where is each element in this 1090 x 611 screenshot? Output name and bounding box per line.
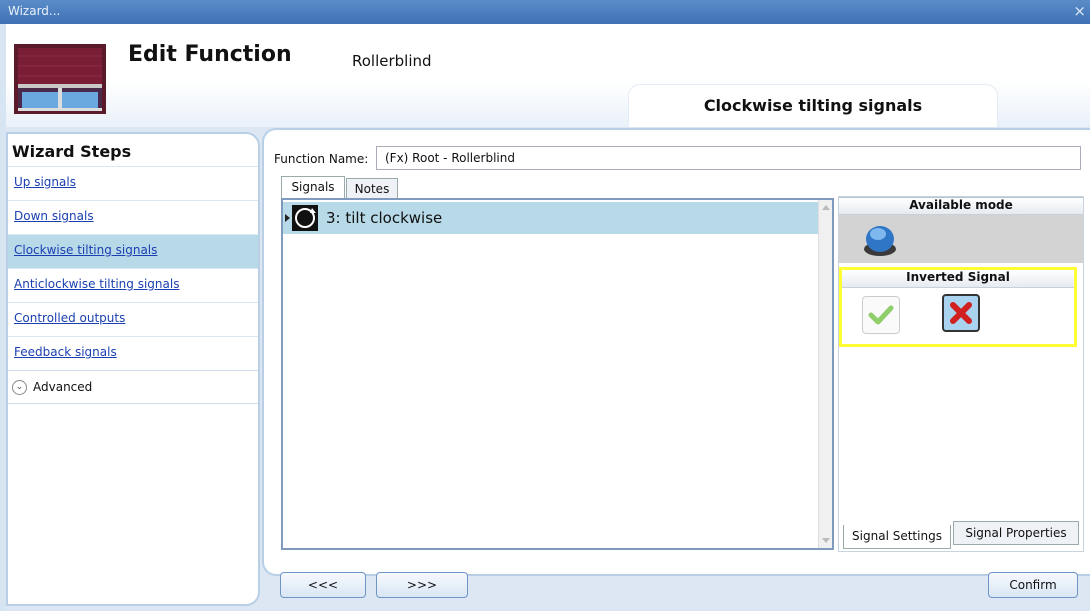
available-mode-title: Available mode <box>839 197 1083 215</box>
chevron-down-icon: ⌄ <box>12 379 27 395</box>
row-pointer-icon <box>285 214 290 222</box>
window-title: Wizard... <box>8 4 61 18</box>
wizard-steps-list: Up signals Down signals Clockwise tiltin… <box>8 166 258 404</box>
next-button[interactable]: >>> <box>376 572 468 598</box>
main-panel: Function Name: (Fx) Root - Rollerblind S… <box>262 128 1090 576</box>
signal-row[interactable]: 3: tilt clockwise <box>283 202 820 234</box>
inverted-signal-title: Inverted Signal <box>842 270 1074 288</box>
wizard-window: Edit Function Rollerblind Clockwise tilt… <box>6 24 1090 611</box>
function-name-field[interactable]: (Fx) Root - Rollerblind <box>376 146 1081 170</box>
signals-scrollbar[interactable] <box>818 200 832 548</box>
tab-notes[interactable]: Notes <box>346 178 398 200</box>
step-down-signals[interactable]: Down signals <box>8 200 258 234</box>
previous-button[interactable]: <<< <box>280 572 366 598</box>
step-controlled-outputs[interactable]: Controlled outputs <box>8 302 258 336</box>
pushbutton-icon[interactable] <box>861 221 899 259</box>
tab-signal-properties[interactable]: Signal Properties <box>953 521 1079 545</box>
tilt-clockwise-icon <box>292 205 318 231</box>
step-anticlockwise-tilting-signals[interactable]: Anticlockwise tilting signals <box>8 268 258 302</box>
scroll-up-icon[interactable] <box>822 205 830 210</box>
check-icon <box>868 305 894 325</box>
window-titlebar: Wizard... × <box>0 0 1090 24</box>
step-feedback-signals[interactable]: Feedback signals <box>8 336 258 370</box>
cross-icon <box>950 302 972 324</box>
advanced-label: Advanced <box>33 380 93 394</box>
signals-list: 3: tilt clockwise <box>281 198 834 550</box>
confirm-button[interactable]: Confirm <box>988 572 1078 598</box>
tab-signals[interactable]: Signals <box>281 176 345 200</box>
header: Edit Function Rollerblind Clockwise tilt… <box>6 24 1090 127</box>
step-clockwise-tilting-signals[interactable]: Clockwise tilting signals <box>8 234 258 268</box>
rollerblind-icon <box>14 44 106 114</box>
scroll-down-icon[interactable] <box>822 538 830 543</box>
inverted-signal-box: Inverted Signal <box>839 267 1077 347</box>
tab-signal-settings[interactable]: Signal Settings <box>843 525 951 549</box>
available-mode-area <box>839 215 1083 263</box>
page-subtitle: Rollerblind <box>352 52 432 70</box>
wizard-steps-heading: Wizard Steps <box>12 142 132 161</box>
wizard-steps-panel: Wizard Steps Up signals Down signals Clo… <box>6 132 260 606</box>
inverted-cross-button[interactable] <box>942 294 980 332</box>
advanced-toggle[interactable]: ⌄ Advanced <box>8 370 258 404</box>
function-name-label: Function Name: <box>274 152 369 166</box>
step-title: Clockwise tilting signals <box>628 84 998 127</box>
close-icon[interactable]: × <box>1073 2 1086 20</box>
page-title: Edit Function <box>128 42 292 67</box>
inverted-check-button[interactable] <box>862 296 900 334</box>
step-up-signals[interactable]: Up signals <box>8 166 258 200</box>
signal-settings-panel: Available mode Inverted Signal Signal Se… <box>838 196 1084 552</box>
signal-label: 3: tilt clockwise <box>326 209 443 227</box>
